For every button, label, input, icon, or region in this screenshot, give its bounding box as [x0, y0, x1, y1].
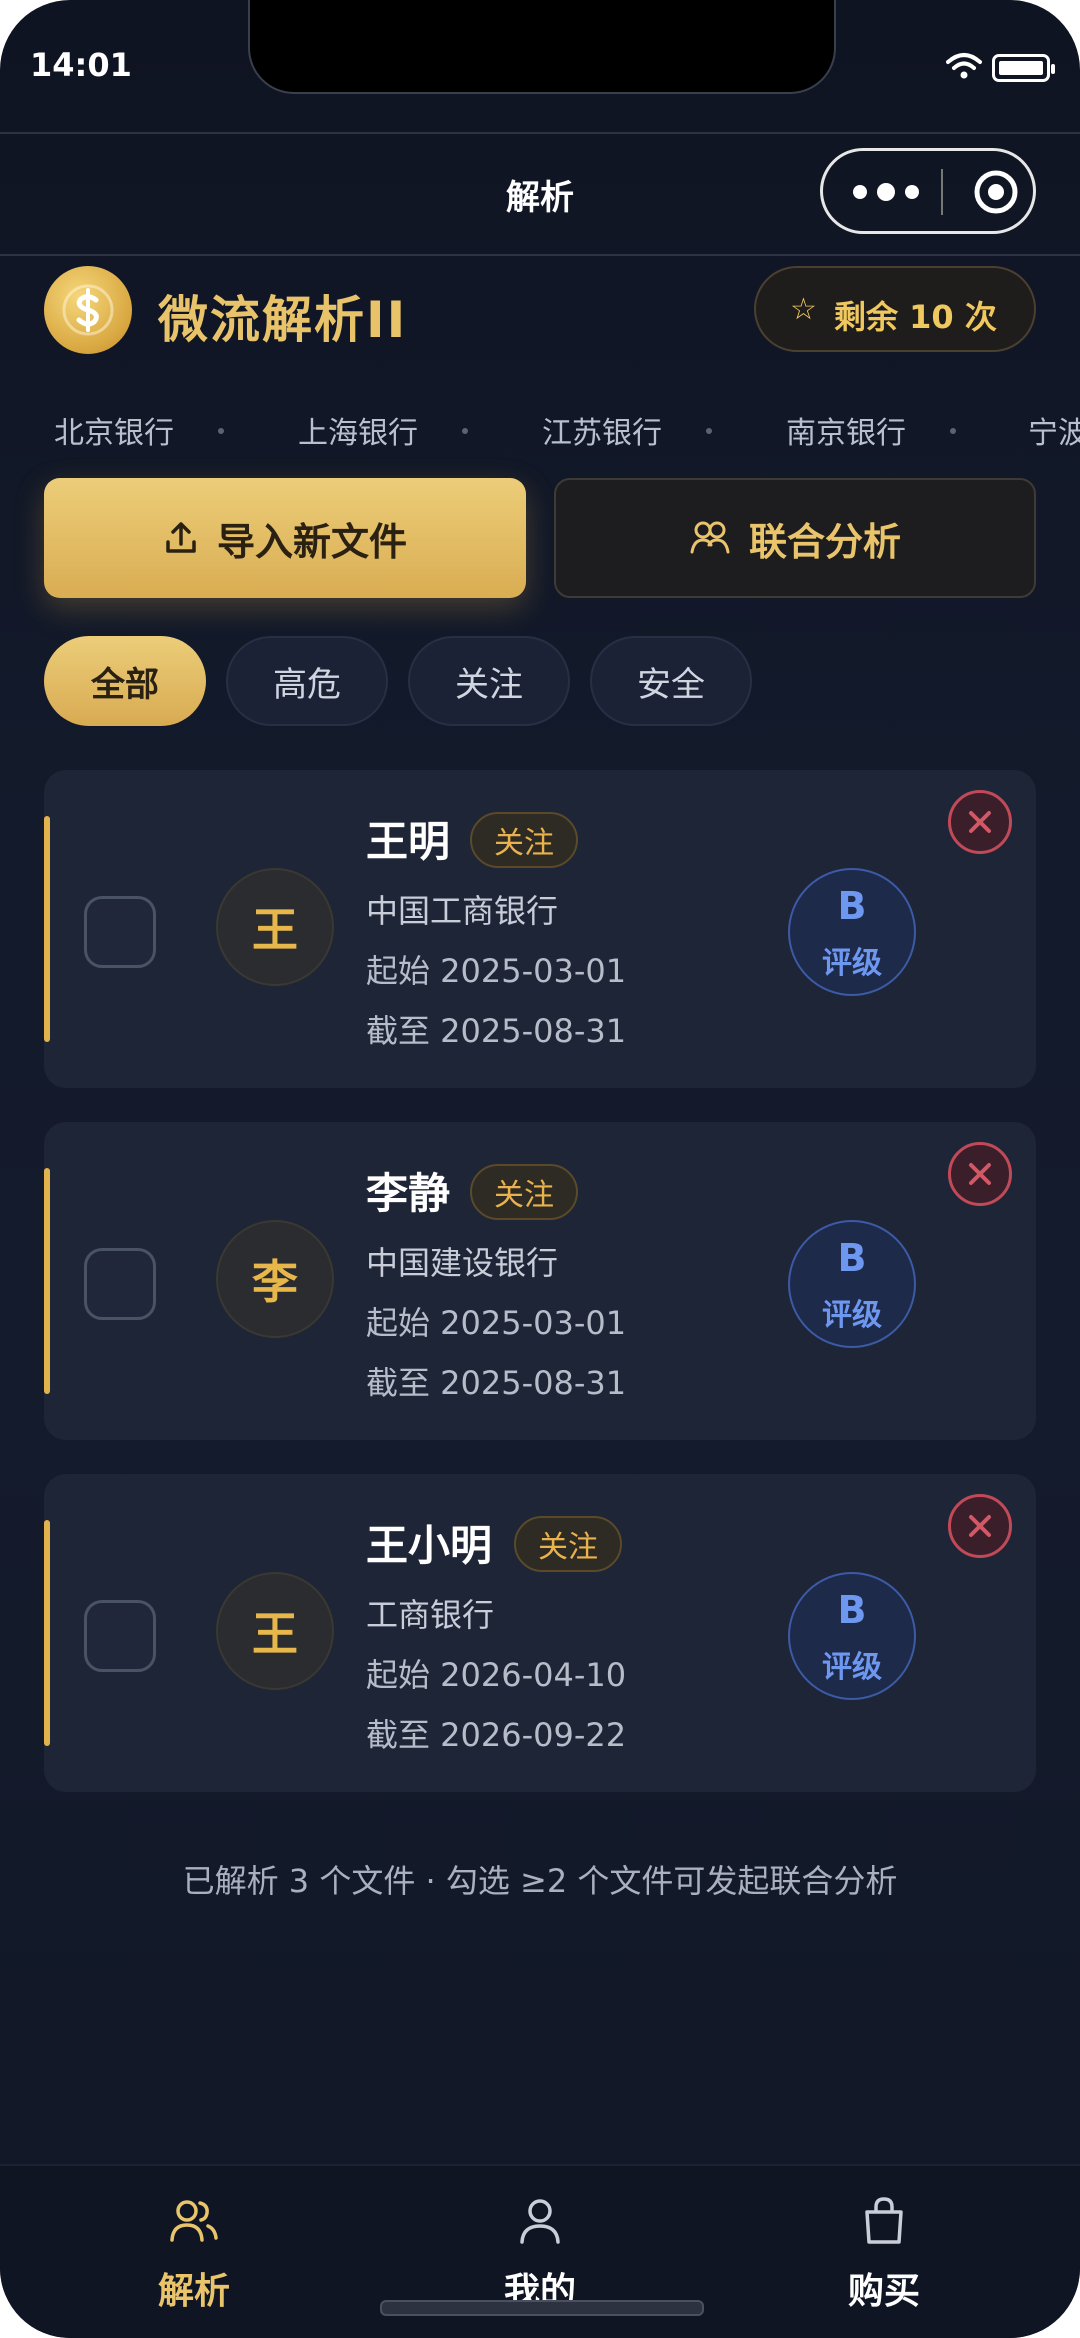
record-checkbox[interactable] — [84, 1600, 156, 1672]
card-accent-bar — [44, 1520, 50, 1746]
ticker-separator — [950, 428, 956, 434]
ticker-bank: 南京银行 — [786, 416, 906, 451]
more-icon[interactable] — [851, 181, 921, 203]
grade-letter: B — [837, 884, 867, 928]
close-icon — [969, 1515, 991, 1537]
dollar-coin-icon — [44, 266, 132, 354]
card-accent-bar — [44, 816, 50, 1042]
grade-label: 评级 — [822, 1298, 882, 1333]
tabbar-item-parse[interactable]: 解析 — [94, 2194, 294, 2314]
avatar: 李 — [216, 1220, 334, 1338]
status-badge: 关注 — [470, 812, 578, 868]
tabbar-item-mine[interactable]: 我的 — [440, 2194, 640, 2314]
shopping-bag-icon — [865, 2197, 903, 2244]
delete-button[interactable] — [948, 790, 1012, 854]
delete-button[interactable] — [948, 1142, 1012, 1206]
delete-button[interactable] — [948, 1494, 1012, 1558]
navigation-bar: 解析 — [0, 132, 1080, 256]
record-start-date: 起始 2025-03-01 — [366, 952, 627, 990]
bank-ticker: 北京银行 上海银行 江苏银行 南京银行 宁波 — [0, 408, 1080, 454]
status-badge: 关注 — [470, 1164, 578, 1220]
record-end-date: 截至 2025-08-31 — [366, 1364, 627, 1402]
quota-label: 剩余 10 次 — [834, 298, 997, 336]
joint-analysis-button[interactable]: 联合分析 — [554, 478, 1036, 598]
users-icon — [690, 521, 730, 554]
star-icon: ☆ — [790, 292, 817, 327]
wifi-icon — [946, 53, 982, 79]
app-title: 微流解析II — [158, 291, 408, 349]
tabbar-label: 解析 — [157, 2271, 230, 2312]
upload-icon — [166, 522, 196, 553]
filter-tab-watch[interactable]: 关注 — [408, 636, 570, 726]
card-accent-bar — [44, 1168, 50, 1394]
record-start-date: 起始 2026-04-10 — [366, 1656, 627, 1694]
grade-badge: B 评级 — [788, 868, 916, 996]
close-miniapp-icon[interactable] — [973, 169, 1019, 215]
filter-tab-high-risk[interactable]: 高危 — [226, 636, 388, 726]
ticker-bank: 上海银行 — [298, 416, 418, 451]
grade-label: 评级 — [822, 1650, 882, 1685]
summary-note: 已解析 3 个文件 · 勾选 ≥2 个文件可发起联合分析 — [182, 1862, 898, 1900]
filter-tab-safe[interactable]: 安全 — [590, 636, 752, 726]
avatar: 王 — [216, 868, 334, 986]
status-bar: 14:01 — [0, 0, 1080, 130]
record-bank: 中国工商银行 — [366, 892, 559, 930]
status-time: 14:01 — [30, 46, 132, 84]
ticker-bank: 北京银行 — [54, 416, 174, 451]
quota-badge[interactable]: ☆ 剩余 10 次 — [754, 266, 1036, 352]
home-indicator — [380, 2300, 704, 2316]
grade-badge: B 评级 — [788, 1220, 916, 1348]
record-name: 王明 — [366, 817, 451, 866]
grade-label: 评级 — [822, 946, 882, 981]
record-bank: 工商银行 — [366, 1596, 495, 1634]
battery-icon — [992, 54, 1055, 82]
users-icon — [170, 2200, 218, 2242]
grade-badge: B 评级 — [788, 1572, 916, 1700]
joint-analysis-label: 联合分析 — [748, 519, 901, 564]
grade-letter: B — [837, 1236, 867, 1280]
close-icon — [969, 1163, 991, 1185]
filter-tab-all[interactable]: 全部 — [44, 636, 206, 726]
import-file-label: 导入新文件 — [216, 519, 407, 564]
tabbar-item-buy[interactable]: 购买 — [784, 2194, 984, 2314]
record-checkbox[interactable] — [84, 1248, 156, 1320]
grade-letter: B — [837, 1588, 867, 1632]
record-name: 王小明 — [366, 1521, 493, 1570]
person-icon — [520, 2199, 560, 2244]
record-name: 李静 — [366, 1169, 451, 1218]
close-icon — [969, 811, 991, 833]
phone-screen: 14:01 解析 微流解析II ☆ 剩余 10 次 北京银行 上海银行 江苏银行… — [0, 0, 1080, 2338]
capsule-divider — [941, 169, 943, 215]
record-bank: 中国建设银行 — [366, 1244, 559, 1282]
ticker-separator — [462, 428, 468, 434]
record-card[interactable]: 王 王小明 关注 工商银行 起始 2026-04-10 截至 2026-09-2… — [44, 1474, 1036, 1792]
avatar: 王 — [216, 1572, 334, 1690]
record-card[interactable]: 李 李静 关注 中国建设银行 起始 2025-03-01 截至 2025-08-… — [44, 1122, 1036, 1440]
ticker-separator — [706, 428, 712, 434]
record-checkbox[interactable] — [84, 896, 156, 968]
record-start-date: 起始 2025-03-01 — [366, 1304, 627, 1342]
ticker-bank: 宁波 — [1028, 416, 1080, 451]
ticker-bank: 江苏银行 — [542, 416, 662, 451]
import-file-button[interactable]: 导入新文件 — [44, 478, 526, 598]
record-end-date: 截至 2026-09-22 — [366, 1716, 627, 1754]
miniapp-capsule — [820, 148, 1036, 234]
tabbar-label: 购买 — [847, 2271, 920, 2312]
ticker-separator — [218, 428, 224, 434]
record-end-date: 截至 2025-08-31 — [366, 1012, 627, 1050]
notch — [248, 0, 836, 94]
record-card[interactable]: 王 王明 关注 中国工商银行 起始 2025-03-01 截至 2025-08-… — [44, 770, 1036, 1088]
status-badge: 关注 — [514, 1516, 622, 1572]
